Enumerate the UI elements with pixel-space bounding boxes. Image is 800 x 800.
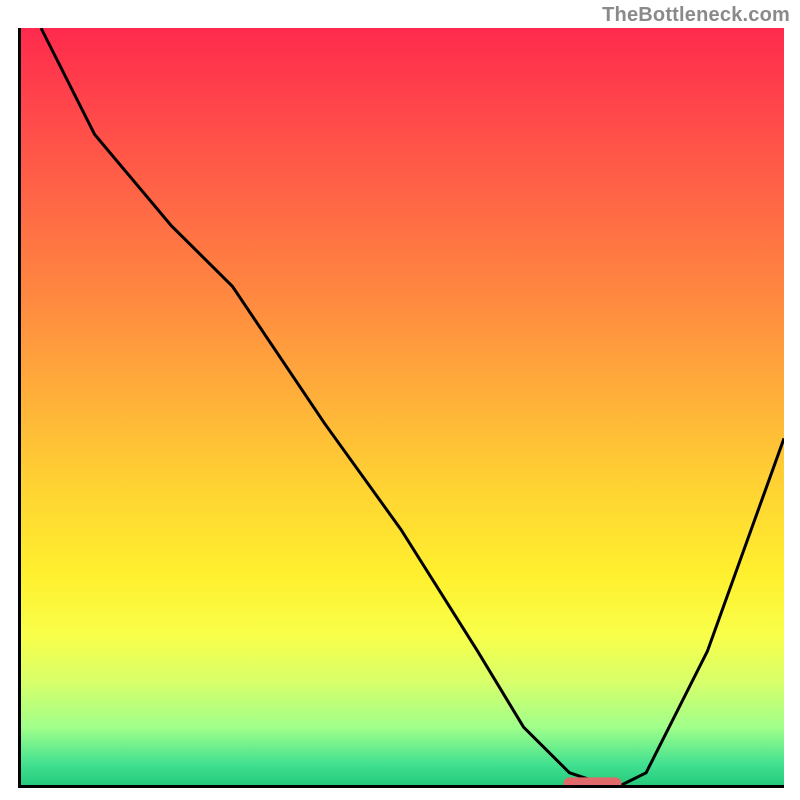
bottleneck-chart: TheBottleneck.com [0,0,800,800]
x-axis-frame [18,785,784,788]
bottleneck-curve-path [41,28,784,788]
watermark-text: TheBottleneck.com [602,4,790,27]
curve-layer [18,28,784,788]
y-axis-frame [18,28,21,788]
